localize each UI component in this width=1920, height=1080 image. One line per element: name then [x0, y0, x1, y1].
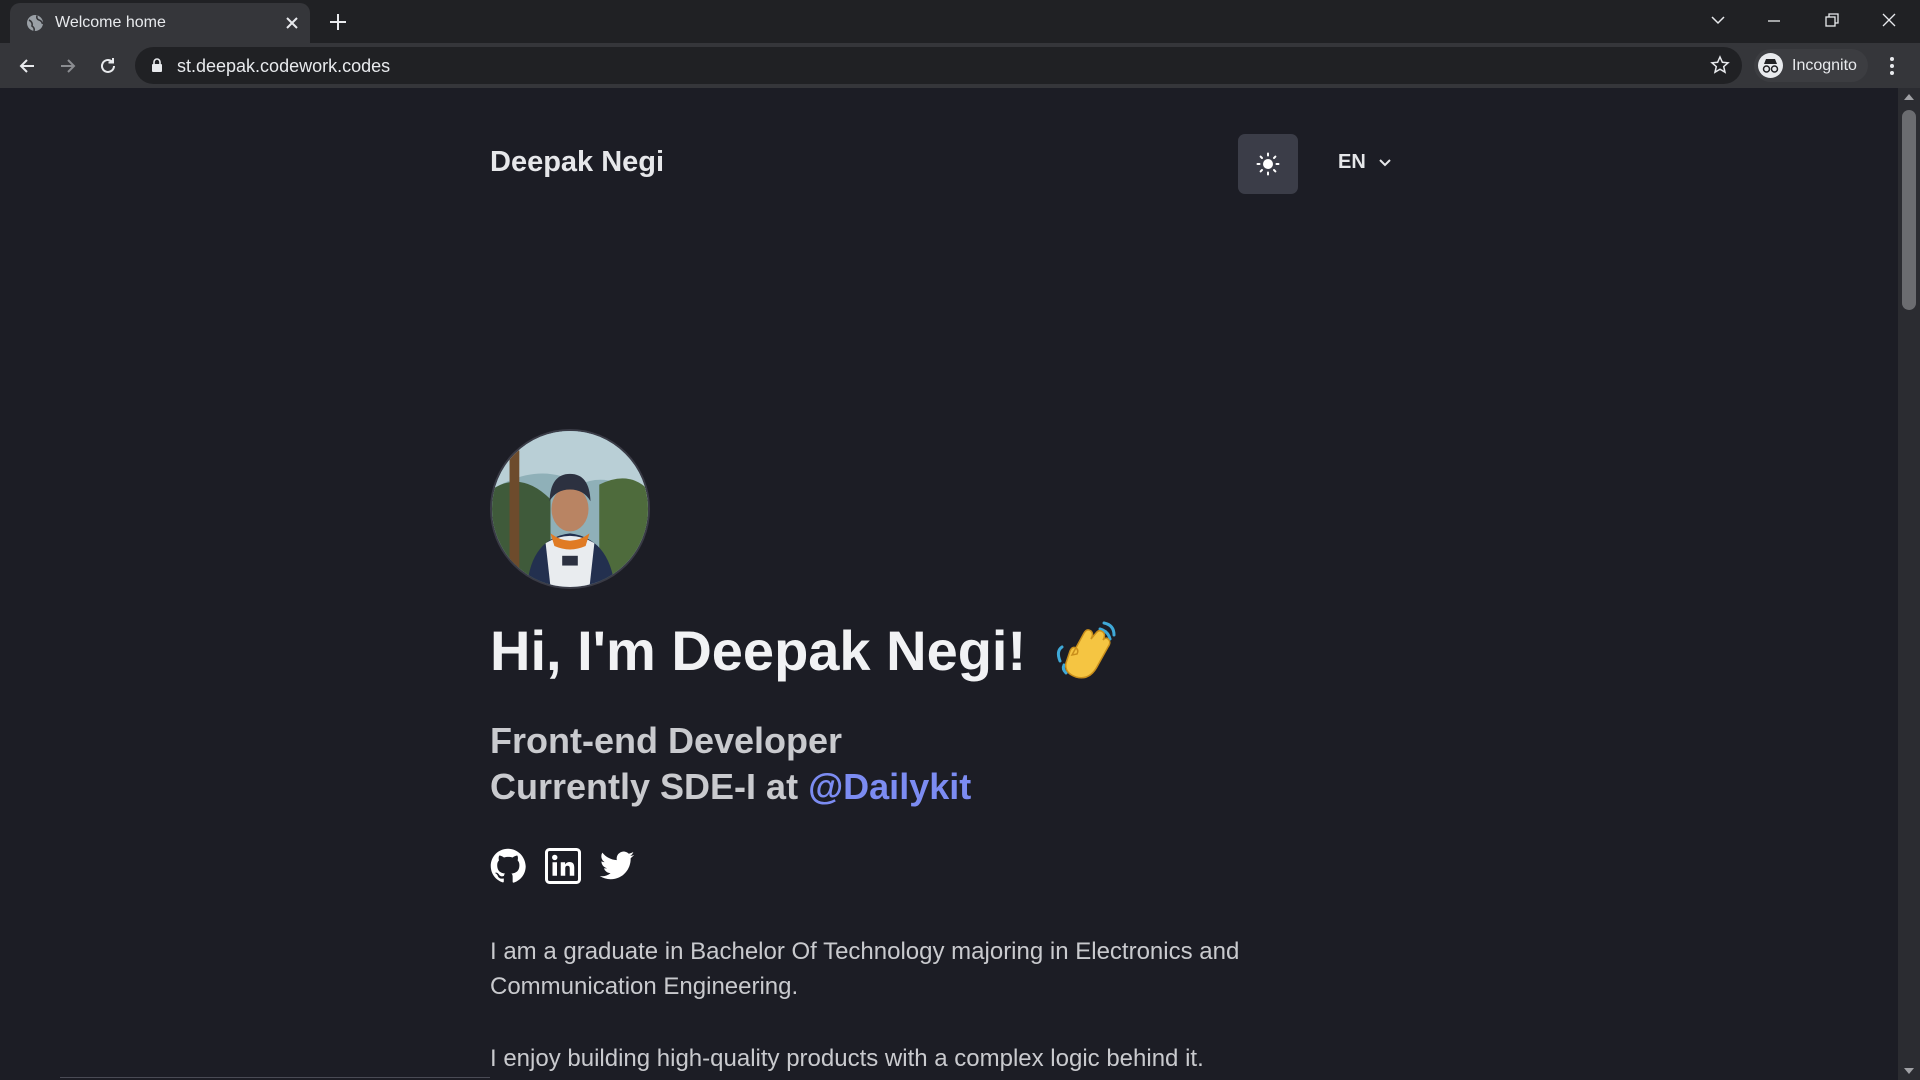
bio-paragraph-2: I enjoy building high-quality products w…: [490, 1045, 1204, 1072]
bookmark-star-icon[interactable]: [1710, 55, 1730, 75]
incognito-icon: [1758, 53, 1783, 78]
arrow-left-icon: [19, 59, 34, 73]
theme-toggle-button[interactable]: [1238, 134, 1298, 194]
github-icon[interactable]: [490, 848, 526, 884]
new-tab-icon[interactable]: [325, 9, 351, 35]
close-tab-icon[interactable]: [282, 13, 302, 33]
reload-button[interactable]: [92, 50, 124, 82]
profile-label: Incognito: [1792, 57, 1857, 74]
arrow-right-icon: [61, 59, 76, 73]
back-button[interactable]: [11, 50, 43, 82]
company-link[interactable]: @Dailykit: [808, 766, 971, 807]
close-window-button[interactable]: [1867, 4, 1913, 36]
close-icon: [1882, 13, 1896, 27]
sun-icon: [1256, 152, 1280, 176]
chevron-down-icon[interactable]: [1378, 156, 1392, 170]
scroll-down-arrow[interactable]: [1904, 1068, 1914, 1074]
browser-tab-strip: Welcome home: [0, 0, 1920, 43]
page-scrollbar[interactable]: [1898, 88, 1920, 1080]
tab-title: Welcome home: [55, 14, 166, 31]
browser-toolbar: st.deepak.codework.codes Incognito: [0, 43, 1920, 88]
hero-greeting: Hi, I'm Deepak Negi!: [490, 619, 1027, 682]
incognito-profile-button[interactable]: Incognito: [1754, 49, 1868, 82]
forward-button[interactable]: [52, 50, 84, 82]
chevron-down-icon: [1711, 16, 1725, 25]
browser-tab[interactable]: Welcome home: [10, 3, 310, 43]
bio-paragraph-1: I am a graduate in Bachelor Of Technolog…: [490, 938, 1240, 1000]
waving-hand-icon: [1056, 621, 1116, 679]
site-brand[interactable]: Deepak Negi: [490, 146, 664, 179]
twitter-icon[interactable]: [599, 848, 635, 884]
address-bar[interactable]: st.deepak.codework.codes: [135, 47, 1742, 84]
role-line-2-prefix: Currently SDE-I at: [490, 766, 809, 807]
avatar: [490, 429, 650, 589]
reload-icon: [101, 58, 115, 73]
minimize-icon: [1768, 20, 1780, 22]
globe-icon: [27, 15, 44, 32]
role-line-1: Front-end Developer: [490, 720, 843, 761]
tab-search-button[interactable]: [1696, 4, 1742, 36]
linkedin-icon[interactable]: [545, 848, 581, 884]
divider: [60, 1077, 490, 1078]
page-viewport: Deepak Negi EN Hi, I'm Deepak Negi! Fron…: [0, 88, 1898, 1080]
scroll-up-arrow[interactable]: [1904, 94, 1914, 100]
url-text[interactable]: st.deepak.codework.codes: [177, 56, 390, 77]
scroll-thumb[interactable]: [1902, 110, 1916, 310]
restore-button[interactable]: [1810, 4, 1856, 36]
role-description: Front-end Developer Currently SDE-I at @…: [490, 718, 971, 810]
minimize-button[interactable]: [1752, 4, 1798, 36]
language-selector[interactable]: EN: [1338, 151, 1366, 174]
restore-icon: [1825, 13, 1839, 27]
lock-icon[interactable]: [151, 58, 163, 73]
more-options-icon[interactable]: [1880, 53, 1904, 79]
role-line-2: Currently SDE-I at @Dailykit: [490, 764, 971, 810]
